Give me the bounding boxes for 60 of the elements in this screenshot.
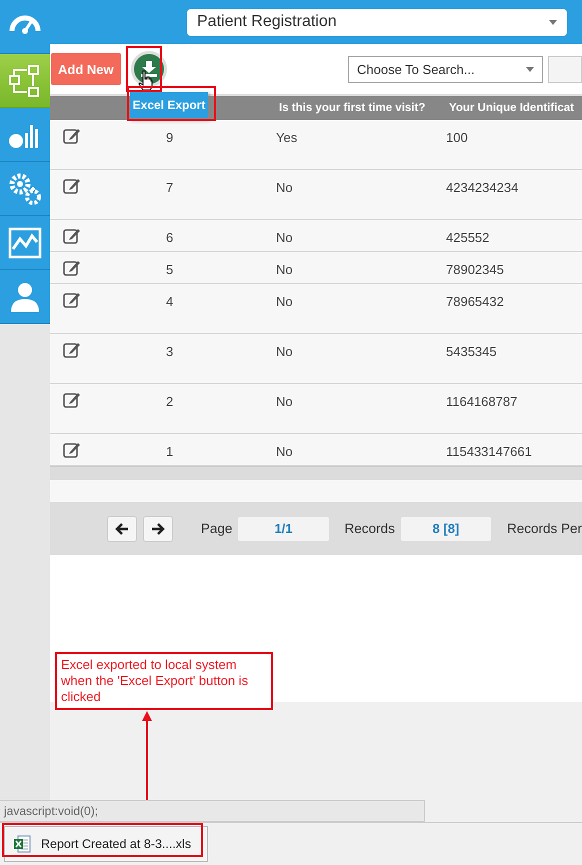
- column-header: Your Unique Identificat: [448, 102, 576, 114]
- records-label: Records: [344, 521, 395, 536]
- sidebar-item[interactable]: [0, 270, 50, 324]
- previous-page-button[interactable]: [107, 516, 137, 542]
- table-cell-text: 78902345: [445, 261, 505, 277]
- download-icon: [140, 60, 158, 78]
- table-cell-text: No: [275, 261, 294, 277]
- download-file-name: Report Created at 8-3....xls: [41, 837, 192, 851]
- table-cell-text: 5: [165, 261, 174, 277]
- sidebar-item[interactable]: [0, 0, 50, 54]
- edit-icon[interactable]: [63, 227, 81, 244]
- download-item[interactable]: Report Created at 8-3....xls: [4, 826, 208, 862]
- form-select[interactable]: Patient Registration: [187, 8, 567, 36]
- next-page-button[interactable]: [142, 516, 173, 542]
- table-cell-text: 2: [165, 393, 174, 409]
- table-cell-text: No: [275, 229, 294, 245]
- arrow-right-icon: [150, 522, 165, 534]
- table-cell-text: No: [275, 179, 294, 195]
- edit-icon[interactable]: [63, 177, 81, 194]
- records-value: 8 [8]: [400, 516, 491, 540]
- arrow-left-icon: [114, 522, 129, 534]
- edit-icon[interactable]: [63, 127, 81, 144]
- spreadsheet-file-icon: [13, 835, 31, 853]
- table-cell-text: No: [275, 293, 294, 309]
- horizontal-scrollbar[interactable]: [50, 466, 582, 480]
- table-cell-text: No: [275, 343, 294, 359]
- column-header: Is this your first time visit?: [278, 102, 426, 114]
- table-cell-text: 3: [165, 343, 174, 359]
- table-cell-text: 100: [445, 129, 469, 145]
- records-per-page-label: Records Per: [506, 521, 582, 536]
- sidebar-item[interactable]: [0, 162, 50, 216]
- status-bar: javascript:void(0);: [0, 800, 425, 822]
- edit-icon[interactable]: [63, 341, 81, 358]
- hand-cursor-icon: [138, 70, 154, 90]
- table-cell-text: 4234234234: [445, 179, 520, 195]
- table-cell-text: 1164168787: [445, 393, 518, 409]
- table-cell-text: No: [275, 443, 294, 459]
- edit-icon[interactable]: [63, 291, 81, 308]
- table-cell-text: No: [275, 393, 294, 409]
- table-cell-text: 7: [165, 179, 174, 195]
- table-cell-text: 1: [165, 443, 174, 459]
- sidebar-item[interactable]: [0, 216, 50, 270]
- table-cell-text: 78965432: [445, 293, 505, 309]
- edit-icon[interactable]: [63, 391, 81, 408]
- table-cell-text: 425552: [445, 229, 490, 245]
- table-cell-text: 9: [165, 129, 174, 145]
- excel-export-tooltip: Excel Export: [130, 92, 208, 118]
- sidebar-item[interactable]: [0, 108, 50, 162]
- edit-icon[interactable]: [63, 259, 81, 276]
- table-cell-text: Yes: [275, 129, 298, 145]
- table-cell-text: 5435345: [445, 343, 498, 359]
- table-cell-text: 115433147661: [445, 443, 533, 459]
- table-cell-text: 4: [165, 293, 174, 309]
- annotation-callout: Excel exported to local system when the 'Excel Export' button is clicked: [55, 652, 273, 710]
- page-value: 1/1: [238, 516, 329, 540]
- edit-icon[interactable]: [63, 441, 81, 458]
- table-cell-text: 6: [165, 229, 174, 245]
- search-select[interactable]: Choose To Search...: [348, 56, 543, 82]
- gears-icon: [7, 170, 43, 206]
- page-label: Page: [200, 521, 232, 536]
